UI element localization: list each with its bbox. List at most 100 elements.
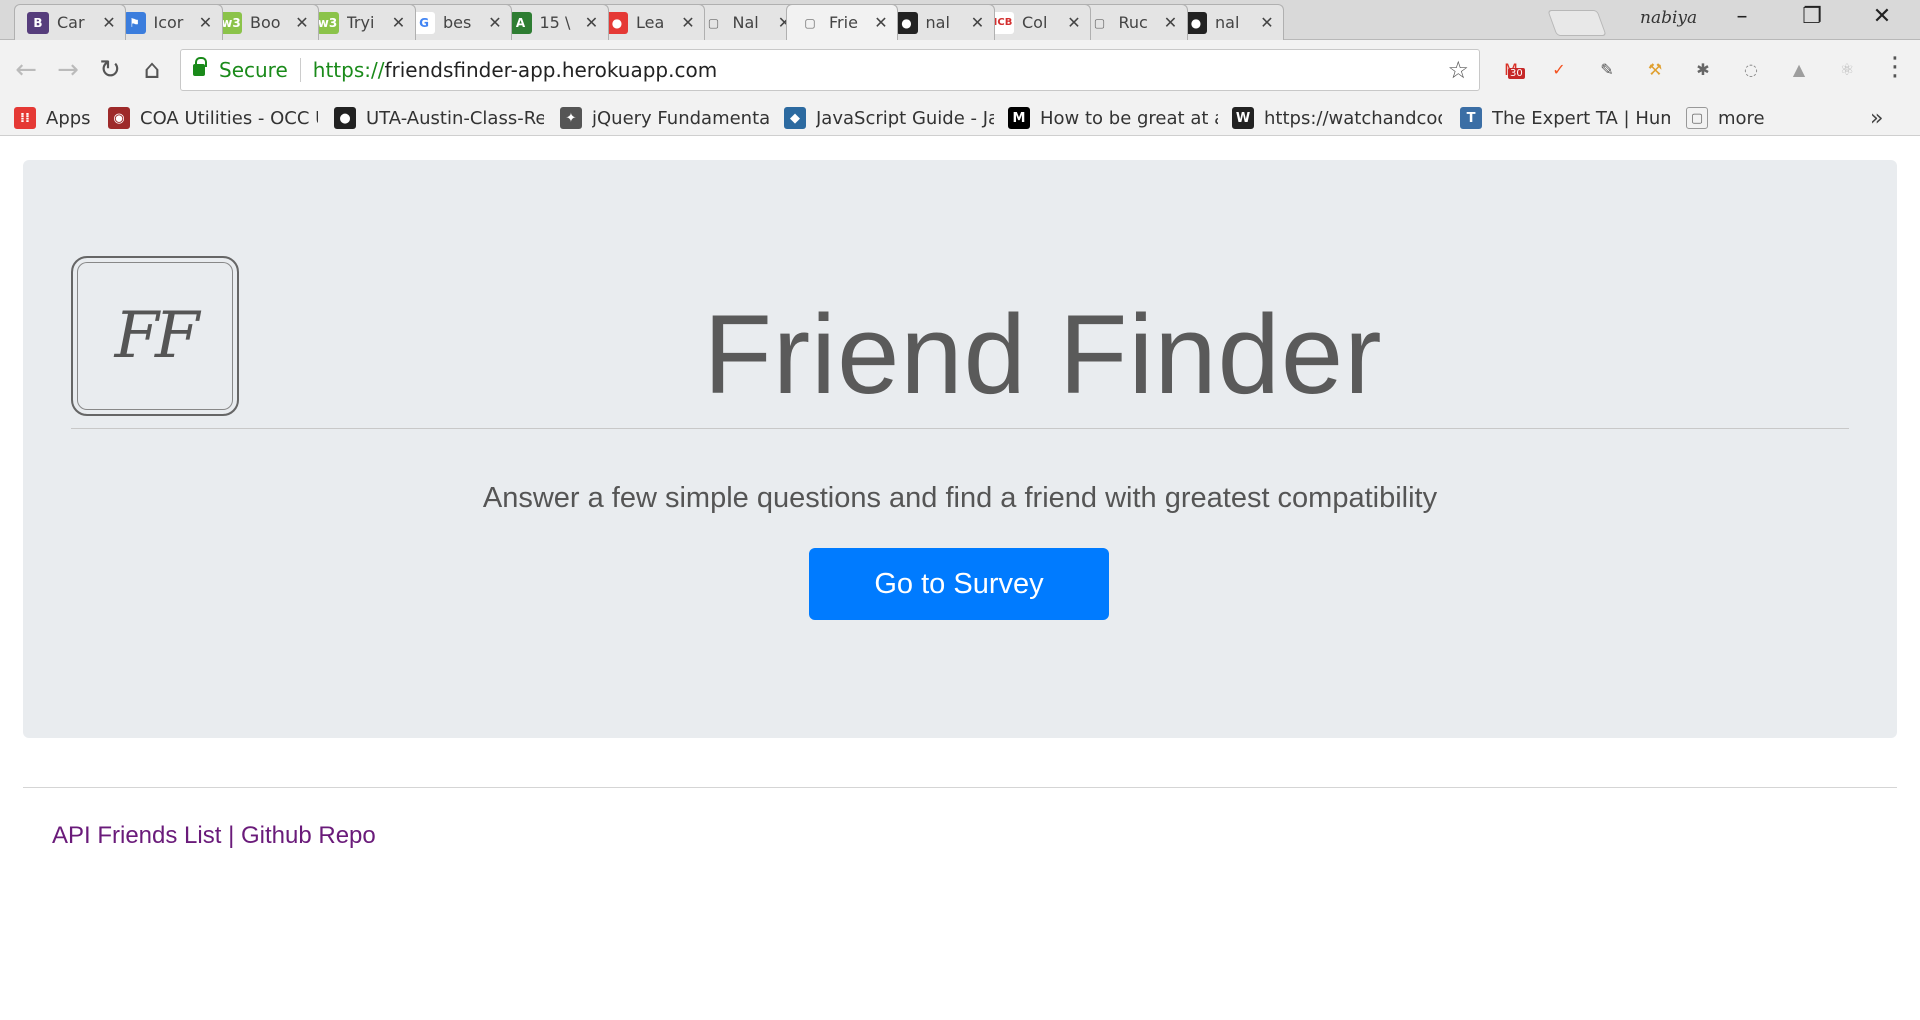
tab-7[interactable]: ● Lea ✕ [593, 4, 705, 40]
profile-name[interactable]: nabiya [1640, 8, 1697, 28]
ball-icon: ● [606, 11, 628, 34]
bookmark-item[interactable]: M How to be great at as [1008, 104, 1218, 132]
divider [71, 428, 1849, 429]
bookmarks-overflow-icon[interactable]: » [1870, 106, 1883, 131]
tab-9[interactable]: ▢ Frie ✕ [786, 4, 898, 40]
tab-1[interactable]: B Car ✕ [14, 4, 126, 40]
hammer-icon[interactable]: ⚒ [1640, 54, 1670, 84]
reload-icon[interactable]: ↻ [92, 52, 128, 88]
api-friends-list-link[interactable]: API Friends List [52, 822, 221, 849]
jumbotron: FF Friend Finder Answer a few simple que… [23, 160, 1897, 738]
google-icon: G [413, 11, 435, 34]
tab-5[interactable]: Gbes ✕ [400, 4, 512, 40]
tab-10[interactable]: ● nal ✕ [882, 4, 995, 40]
url-text[interactable]: https://friendsfinder-app.herokuapp.com [313, 58, 717, 82]
home-icon[interactable]: ⌂ [134, 52, 170, 88]
folder-page-icon: ▢ [1686, 107, 1708, 129]
coa-icon: ◉ [108, 107, 130, 129]
bookmark-label: https://watchandcode [1264, 107, 1442, 129]
tab-title: Nal [732, 13, 759, 32]
footer-separator: | [228, 822, 235, 849]
gmail-badge: 30 [1508, 68, 1525, 79]
page-icon: ▢ [702, 11, 725, 34]
bug-icon[interactable]: ✱ [1688, 54, 1718, 84]
tab-close-icon[interactable]: ✕ [1066, 13, 1082, 32]
tab-title: Boo [250, 13, 281, 32]
bookmark-label: COA Utilities - OCC U [140, 107, 318, 129]
go-to-survey-button[interactable]: Go to Survey [809, 548, 1109, 620]
bookmark-item[interactable]: Whttps://watchandcode [1232, 104, 1442, 132]
github-icon: ● [895, 11, 918, 34]
drive-icon[interactable]: ▲ [1784, 54, 1814, 84]
tab-close-icon[interactable]: ✕ [584, 13, 600, 32]
bootstrap-icon: B [27, 11, 49, 34]
tab-11[interactable]: ICB Col ✕ [979, 4, 1091, 40]
tab-title: Car [57, 13, 85, 32]
menu-dots-icon[interactable]: ⋮ [1880, 52, 1910, 82]
mdn-icon: ◆ [784, 107, 806, 129]
url-host: friendsfinder-app.herokuapp.com [384, 58, 718, 82]
github-icon: ● [334, 107, 356, 129]
gmail-icon[interactable]: M30 [1496, 54, 1526, 84]
minimize-icon[interactable]: – [1722, 4, 1762, 29]
url-scheme: https:// [312, 58, 385, 82]
eyedropper-icon[interactable]: ✎ [1592, 54, 1622, 84]
github-icon: ● [1185, 11, 1207, 34]
spreadsheet-icon: A [509, 11, 532, 34]
w3schools-icon: w3 [316, 11, 339, 34]
bookmark-item[interactable]: ◆ JavaScript Guide - Jav [784, 104, 994, 132]
bookmark-item[interactable]: ⁞⁞ Apps [14, 104, 104, 132]
bookmarks-bar: » ⁞⁞ Apps ◉ COA Utilities - OCC U ● UTA-Austi… [0, 100, 1920, 136]
rooster-icon: ✦ [560, 107, 582, 129]
tab-title: 15 \ [539, 13, 571, 32]
tab-4[interactable]: w3 Tryi ✕ [303, 4, 416, 40]
tab-close-icon[interactable]: ✕ [198, 13, 214, 32]
tab-close-icon[interactable]: ✕ [970, 13, 986, 32]
tab-close-icon[interactable]: ✕ [1163, 13, 1179, 32]
tab-8[interactable]: ▢ Nal ✕ [689, 4, 802, 40]
github-repo-link[interactable]: Github Repo [241, 822, 376, 849]
tab-title: bes [443, 13, 472, 32]
new-tab-button[interactable] [1547, 10, 1607, 36]
tab-close-icon[interactable]: ✕ [487, 13, 503, 32]
close-window-icon[interactable]: ✕ [1862, 4, 1902, 29]
tab-3[interactable]: w3 Boo ✕ [207, 4, 319, 40]
page-icon: ▢ [1088, 11, 1111, 34]
tab-title: Ruc [1118, 13, 1148, 32]
bookmark-item[interactable]: T The Expert TA | Huma [1460, 104, 1670, 132]
bookmark-label: The Expert TA | Huma [1492, 107, 1670, 129]
address-bar[interactable]: Secure https://friendsfinder-app.herokua… [180, 49, 1480, 91]
bookmark-item[interactable]: ● UTA-Austin-Class-Rep [334, 104, 544, 132]
page-title: Friend Finder [703, 292, 1383, 417]
tab-title: Frie [829, 13, 858, 32]
tab-13[interactable]: ● nal ✕ [1172, 4, 1284, 40]
logo-text: FF [114, 299, 200, 373]
medium-icon: M [1008, 107, 1030, 129]
expert-ta-icon: T [1460, 107, 1482, 129]
ff-logo: FF [71, 256, 239, 416]
compass-icon[interactable]: ✓ [1544, 54, 1574, 84]
footer-links: API Friends List | Github Repo [52, 822, 376, 850]
tab-title: nal [925, 13, 950, 32]
tab-close-icon[interactable]: ✕ [873, 13, 889, 32]
bookmark-star-icon[interactable]: ☆ [1447, 56, 1469, 84]
forward-arrow-icon[interactable]: → [50, 52, 86, 88]
tab-12[interactable]: ▢ Ruc ✕ [1075, 4, 1188, 40]
browser-toolbar: ← → ↻ ⌂ Secure https://friendsfinder-app… [0, 40, 1920, 100]
restore-icon[interactable]: ❐ [1792, 4, 1832, 29]
watchandcode-icon: W [1232, 107, 1254, 129]
bookmark-item[interactable]: ▢ more [1686, 104, 1786, 132]
bookmark-item[interactable]: ◉ COA Utilities - OCC U [108, 104, 318, 132]
tab-close-icon[interactable]: ✕ [101, 13, 117, 32]
code-icon[interactable]: ◌ [1736, 54, 1766, 84]
react-icon[interactable]: ⚛ [1832, 54, 1862, 84]
tab-title: Icor [153, 13, 184, 32]
tab-close-icon[interactable]: ✕ [1259, 13, 1275, 32]
tab-close-icon[interactable]: ✕ [680, 13, 696, 32]
tab-close-icon[interactable]: ✕ [294, 13, 310, 32]
back-arrow-icon[interactable]: ← [8, 52, 44, 88]
tab-2[interactable]: ⚑ Icor ✕ [110, 4, 223, 40]
tab-6[interactable]: A 15 \ ✕ [496, 4, 609, 40]
tab-close-icon[interactable]: ✕ [391, 13, 407, 32]
bookmark-item[interactable]: ✦ jQuery Fundamentals [560, 104, 770, 132]
